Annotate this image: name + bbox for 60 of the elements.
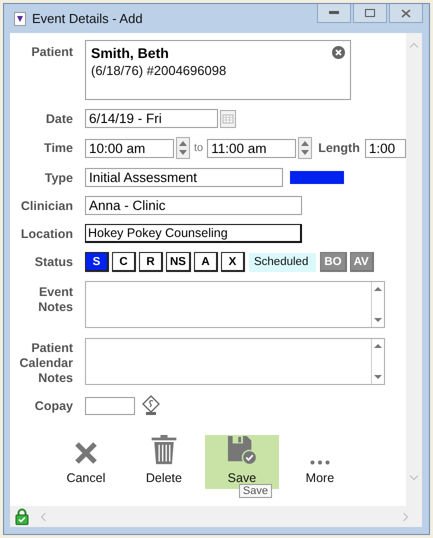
scroll-up-icon[interactable] <box>374 286 382 292</box>
scroll-up-icon[interactable] <box>374 343 382 349</box>
date-label: Date <box>44 112 73 126</box>
scrollbar[interactable] <box>371 339 384 384</box>
payment-icon[interactable] <box>141 395 161 417</box>
status-button[interactable]: C <box>112 252 136 272</box>
clear-icon[interactable] <box>332 46 345 59</box>
location-field[interactable]: Hokey Pokey Counseling <box>85 224 302 243</box>
calendar-icon[interactable] <box>220 110 236 128</box>
time-label: Time <box>43 141 73 155</box>
copay-field[interactable] <box>85 397 135 415</box>
status-label: Status <box>34 255 73 269</box>
length-field[interactable]: 1:00 <box>364 138 406 158</box>
notes-field[interactable] <box>85 281 385 328</box>
status-button[interactable]: X <box>220 252 245 272</box>
date-field[interactable]: 6/14/19 - Fri <box>85 109 218 128</box>
tooltip: Save <box>238 484 272 498</box>
patient-name: Smith, Beth <box>91 45 170 61</box>
minimize-button[interactable] <box>317 4 351 23</box>
trash-icon <box>148 435 179 465</box>
copay-label: Copay <box>34 399 73 413</box>
minimize-icon <box>329 11 339 15</box>
close-button[interactable] <box>389 4 423 23</box>
close-icon <box>401 8 411 18</box>
lock-icon[interactable] <box>15 508 29 525</box>
patient-details: (6/18/76) #2004696098 <box>91 63 228 78</box>
maximize-icon <box>365 9 375 17</box>
type-label: Type <box>44 170 73 184</box>
status-button[interactable]: NS <box>166 252 191 272</box>
clinician-label: Clinician <box>20 198 73 212</box>
type-field[interactable]: Initial Assessment <box>85 168 283 187</box>
clinician-field[interactable]: Anna - Clinic <box>85 196 302 215</box>
to-label: to <box>194 142 204 154</box>
delete-button[interactable]: Delete <box>126 435 201 489</box>
status-button[interactable]: R <box>139 252 163 272</box>
end-time-field[interactable]: 11:00 am <box>207 138 296 158</box>
status-button[interactable]: A <box>194 252 218 272</box>
start-time-spinner[interactable] <box>176 137 190 159</box>
patient-label: Patient <box>30 44 73 59</box>
more-button[interactable]: More <box>282 435 357 489</box>
status-button[interactable]: S <box>85 252 109 272</box>
scroll-down-icon[interactable] <box>374 374 382 380</box>
window-title: Event Details - Add <box>32 11 144 26</box>
location-label: Location <box>20 226 73 240</box>
length-label: Length <box>318 141 360 155</box>
maximize-button[interactable] <box>353 4 387 23</box>
more-icon <box>310 460 330 465</box>
patient-field[interactable]: Smith, Beth (6/18/76) #2004696098 <box>85 40 351 100</box>
close-icon <box>74 441 98 465</box>
app-icon <box>14 12 26 26</box>
scrollbar[interactable] <box>371 282 384 327</box>
type-color-swatch[interactable] <box>290 171 344 184</box>
notes-field[interactable] <box>85 338 385 385</box>
scroll-down-icon[interactable] <box>374 317 382 323</box>
cancel-button[interactable]: Cancel <box>48 435 123 489</box>
notes-label: Patient Calendar Notes <box>18 340 73 386</box>
status-text: Scheduled <box>248 252 316 272</box>
end-time-spinner[interactable] <box>298 137 312 159</box>
start-time-field[interactable]: 10:00 am <box>85 138 174 158</box>
notes-label: Event Notes <box>37 284 73 315</box>
